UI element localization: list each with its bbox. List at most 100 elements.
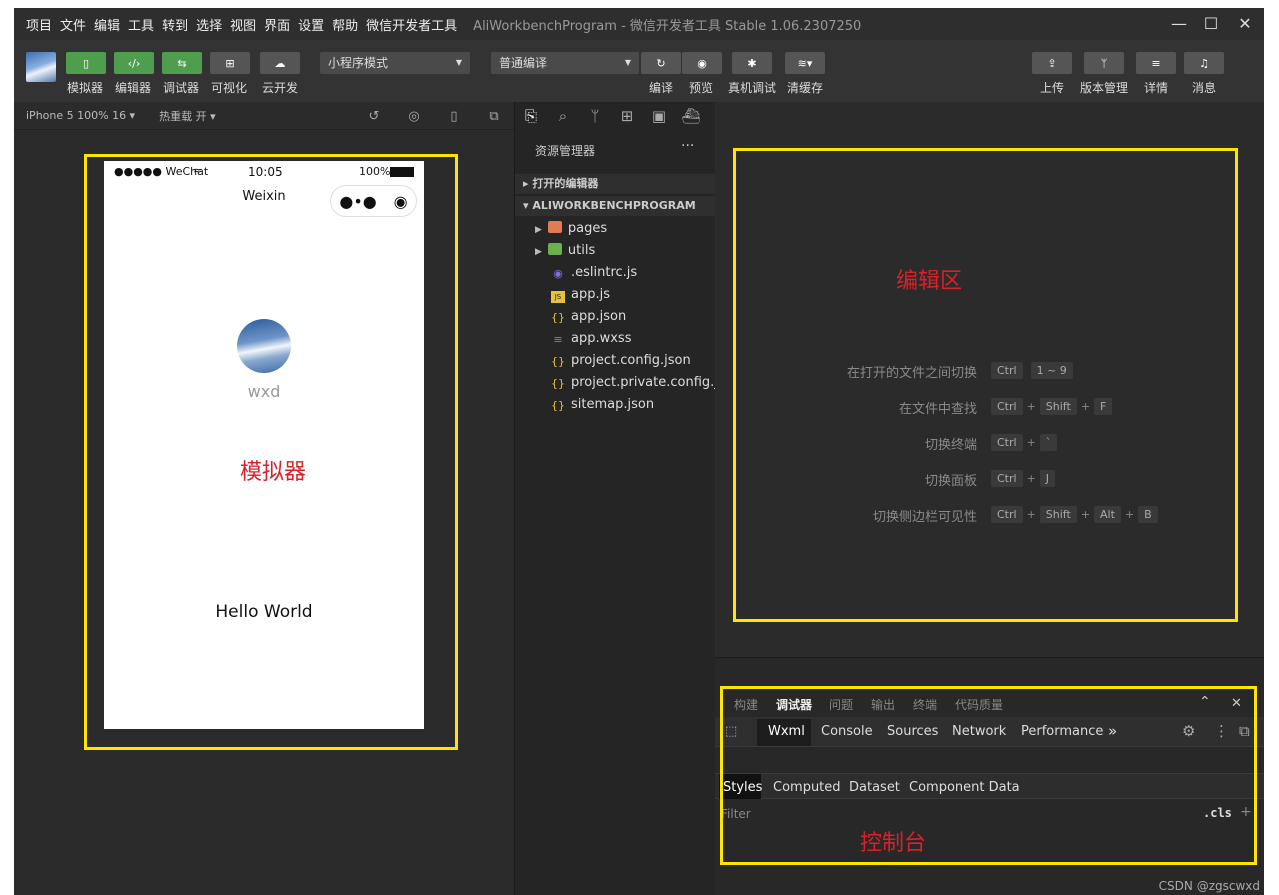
- upload-button[interactable]: ⇪: [1032, 52, 1072, 74]
- menu-settings[interactable]: 设置: [298, 15, 324, 34]
- mode-select-value: 小程序模式: [328, 56, 389, 70]
- simulator-annotation: 模拟器: [240, 460, 307, 485]
- version-button[interactable]: ᛘ: [1084, 52, 1124, 74]
- real-debug-button[interactable]: ✱: [732, 52, 772, 74]
- debugger-toggle-button[interactable]: ⇆: [162, 52, 202, 74]
- menu-goto[interactable]: 转到: [162, 15, 188, 34]
- source-control-icon[interactable]: ᛘ: [579, 107, 611, 125]
- menu-view[interactable]: 视图: [230, 15, 256, 34]
- cloud-icon: ☁: [274, 56, 286, 70]
- layout-icon: ⊞: [225, 56, 235, 70]
- bell-icon: ♫: [1199, 56, 1209, 70]
- compile-button[interactable]: ↻: [641, 52, 681, 74]
- messages-label: 消息: [1192, 81, 1217, 95]
- cloud-button[interactable]: ☁: [260, 52, 300, 74]
- file-explorer: ⎘ ⌕ ᛘ ⊞ ▣ ⛴ 资源管理器 ··· ▸ 打开的编辑器 ▾ ALIWORK…: [514, 102, 716, 895]
- json-file-icon: {}: [551, 377, 565, 390]
- clear-cache-button[interactable]: ≋▾: [785, 52, 825, 74]
- details-button[interactable]: ≡: [1136, 52, 1176, 74]
- phone-icon: ▯: [82, 56, 90, 70]
- menu-file[interactable]: 文件: [60, 15, 86, 34]
- file-eslintrc[interactable]: ◉ .eslintrc.js: [551, 262, 731, 284]
- outline-icon[interactable]: ▣: [643, 107, 675, 125]
- folder-utils[interactable]: ▶ utils: [535, 240, 715, 262]
- search-icon[interactable]: ⌕: [547, 107, 579, 125]
- project-section[interactable]: ▾ ALIWORKBENCHPROGRAM: [515, 196, 716, 216]
- messages-button[interactable]: ♫: [1184, 52, 1224, 74]
- upload-label: 上传: [1040, 81, 1065, 95]
- hotreload-toggle[interactable]: 热重载 开 ▾: [159, 108, 216, 124]
- popout-icon[interactable]: ⧉: [487, 110, 501, 124]
- file-app-wxss[interactable]: ≡ app.wxss: [551, 328, 731, 350]
- device-icon[interactable]: ▯: [447, 110, 461, 124]
- extensions-icon[interactable]: ⊞: [611, 107, 643, 125]
- explorer-title: 资源管理器: [535, 144, 596, 158]
- file-app-json[interactable]: {} app.json: [551, 306, 731, 328]
- docker-icon[interactable]: ⛴: [675, 107, 707, 125]
- file-project-config[interactable]: {} project.config.json: [551, 350, 731, 372]
- folder-icon: [547, 221, 562, 233]
- minimize-icon[interactable]: —: [1168, 14, 1190, 34]
- visual-label: 可视化: [211, 81, 248, 95]
- preview-button[interactable]: ◉: [682, 52, 722, 74]
- debugger-label: 调试器: [163, 81, 200, 95]
- menu-wechat-devtools[interactable]: 微信开发者工具: [366, 15, 457, 34]
- editor-highlight-box: [733, 148, 1238, 622]
- file-label: app.wxss: [571, 331, 632, 346]
- upload-icon: ⇪: [1047, 56, 1057, 70]
- files-icon[interactable]: ⎘: [515, 107, 547, 125]
- close-icon[interactable]: ✕: [1234, 14, 1256, 34]
- menu-tools[interactable]: 工具: [128, 15, 154, 34]
- folder-icon: [547, 243, 562, 255]
- menu-edit[interactable]: 编辑: [94, 15, 120, 34]
- folder-pages[interactable]: ▶ pages: [535, 218, 715, 240]
- folder-label: pages: [567, 221, 608, 236]
- menubar: 项目 文件 编辑 工具 转到 选择 视图 界面 设置 帮助 微信开发者工具 Al…: [14, 8, 1264, 40]
- details-label: 详情: [1144, 81, 1169, 95]
- refresh-icon: ↻: [656, 56, 666, 70]
- devtools-window: 项目 文件 编辑 工具 转到 选择 视图 界面 设置 帮助 微信开发者工具 Al…: [14, 8, 1264, 895]
- simulator-toggle-button[interactable]: ▯: [66, 52, 106, 74]
- compile-label: 编译: [649, 81, 674, 95]
- user-avatar[interactable]: [26, 52, 56, 82]
- console-highlight-box: [720, 686, 1257, 865]
- version-label: 版本管理: [1080, 81, 1129, 95]
- eslint-icon: ◉: [553, 267, 563, 280]
- layers-icon: ≋▾: [797, 56, 813, 70]
- editor-toggle-button[interactable]: ‹/›: [114, 52, 154, 74]
- clear-cache-label: 清缓存: [787, 81, 824, 95]
- json-file-icon: {}: [551, 399, 565, 412]
- file-label: project.private.config.js...: [571, 375, 715, 390]
- chevron-down-icon: ▼: [624, 58, 631, 67]
- visual-button[interactable]: ⊞: [210, 52, 250, 74]
- js-file-icon: JS: [551, 291, 565, 303]
- real-debug-label: 真机调试: [728, 81, 777, 95]
- maximize-icon[interactable]: ☐: [1200, 14, 1222, 34]
- simulator-toolbar: iPhone 5 100% 16 ▾ 热重载 开 ▾ ↺ ◎ ▯ ⧉: [14, 102, 514, 130]
- open-editors-section[interactable]: ▸ 打开的编辑器: [515, 174, 716, 194]
- rotate-icon[interactable]: ↺: [367, 110, 381, 124]
- compile-select-value: 普通编译: [499, 56, 548, 70]
- menu-help[interactable]: 帮助: [332, 15, 358, 34]
- eye-icon: ◉: [697, 56, 707, 70]
- window-title: AliWorkbenchProgram - 微信开发者工具 Stable 1.0…: [473, 18, 862, 34]
- file-app-js[interactable]: JS app.js: [551, 284, 731, 306]
- menu-interface[interactable]: 界面: [264, 15, 290, 34]
- menu-project[interactable]: 项目: [26, 15, 52, 34]
- file-label: sitemap.json: [571, 397, 655, 412]
- record-icon[interactable]: ◎: [407, 110, 421, 124]
- file-sitemap[interactable]: {} sitemap.json: [551, 394, 731, 416]
- mode-select[interactable]: 小程序模式 ▼: [320, 52, 470, 74]
- more-icon[interactable]: ···: [681, 138, 694, 154]
- menu-select[interactable]: 选择: [196, 15, 222, 34]
- project-label: ALIWORKBENCHPROGRAM: [532, 199, 696, 212]
- toolbar: ▯ ‹/› ⇆ ⊞ ☁ 模拟器 编辑器 调试器 可视化 云开发 小程序模式 ▼ …: [14, 40, 1264, 102]
- folder-label: utils: [567, 243, 596, 258]
- device-select[interactable]: iPhone 5 100% 16 ▾: [26, 109, 135, 122]
- menu-icon: ≡: [1151, 56, 1161, 70]
- file-label: project.config.json: [571, 353, 691, 368]
- file-label: app.json: [571, 309, 627, 324]
- debug-icon: ⇆: [177, 56, 187, 70]
- compile-select[interactable]: 普通编译 ▼: [491, 52, 639, 74]
- file-project-private-config[interactable]: {} project.private.config.js...: [551, 372, 715, 394]
